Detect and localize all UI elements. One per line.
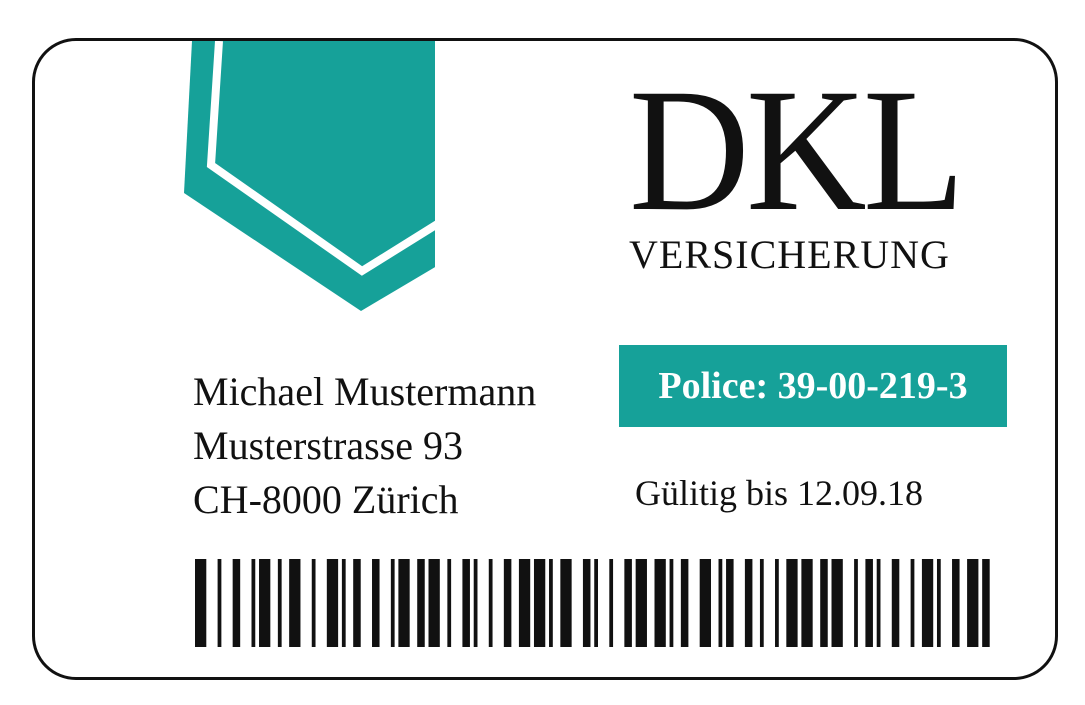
barcode-bar [801,559,813,647]
policy-number-badge: Police: 39-00-219-3 [619,345,1007,427]
barcode-bar [533,559,546,647]
barcode-bar [390,559,395,647]
holder-street: Musterstrasse 93 [193,423,463,468]
barcode-bar [549,559,553,647]
barcode-bar [891,559,900,647]
barcode-bar [854,559,858,647]
barcode-bar [195,559,207,647]
barcode-bar [865,559,873,647]
barcode-bar [624,559,632,647]
brand-name: DKL [629,53,965,248]
barcode-bar [232,559,241,647]
barcode-bar [759,559,764,647]
barcode-bar [289,559,301,647]
barcode-bar [326,559,339,647]
barcode-bar [910,559,915,647]
barcode-bar [594,559,598,647]
barcode-bar [428,559,440,647]
policy-label: Police: [658,365,769,407]
barcode-bar [680,559,689,647]
barcode-bar [982,559,990,647]
barcode-bar [277,559,282,647]
barcode-bar [417,559,425,647]
barcode-bar [503,559,512,647]
barcode-bar [952,559,960,647]
barcode-bar [251,559,256,647]
barcode-bar [582,559,591,647]
barcode-bar [462,559,470,647]
barcode-bar [726,559,734,647]
barcode-bar [775,559,779,647]
insurance-card: DKL VERSICHERUNG Michael Mustermann Must… [32,38,1058,680]
barcode-bar [669,559,674,647]
barcode-bar [820,559,828,647]
barcode-bar [635,559,647,647]
barcode-bar [341,559,346,647]
barcode-bar [699,559,711,647]
holder-name: Michael Mustermann [193,369,537,414]
barcode-bar [217,559,222,647]
barcode-bar [718,559,723,647]
validity-date: Gülitig bis 12.09.18 [635,473,924,513]
barcode [195,559,990,647]
holder-city: CH-8000 Zürich [193,477,459,522]
barcode-bar [518,559,531,647]
barcode-bar [654,559,666,647]
barcode-bar [786,559,798,647]
shield-logo-icon [184,41,435,311]
barcode-bar [921,559,934,647]
holder-address-block: Michael Mustermann Musterstrasse 93 CH-8… [193,365,536,527]
barcode-bar [936,559,941,647]
barcode-bar [876,559,881,647]
barcode-bar [353,559,361,647]
barcode-bar [398,559,410,647]
barcode-bar [447,559,452,647]
barcode-bar [831,559,843,647]
barcode-bar [560,559,572,647]
barcode-bar [967,559,979,647]
barcode-bar [488,559,493,647]
barcode-bar [473,559,478,647]
barcode-bar [372,559,380,647]
policy-number: 39-00-219-3 [777,365,968,407]
barcode-bar [609,559,614,647]
barcode-bar [259,559,271,647]
barcode-bar [744,559,753,647]
brand-wordmark: DKL VERSICHERUNG [629,53,1009,277]
barcode-bar [311,559,316,647]
